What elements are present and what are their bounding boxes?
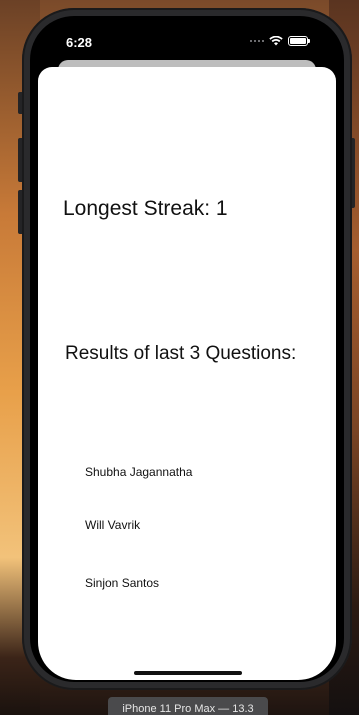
result-item: Sinjon Santos bbox=[85, 576, 160, 590]
result-item: Will Vavrik bbox=[85, 518, 141, 532]
status-time: 6:28 bbox=[66, 35, 93, 50]
notch bbox=[110, 16, 260, 46]
longest-streak-label: Longest Streak: 1 bbox=[63, 197, 228, 220]
result-item: Shubha Jagannatha bbox=[85, 465, 193, 479]
device-frame: 6:28 Longest Streak: 1 Results of last 3… bbox=[22, 8, 352, 690]
wifi-icon bbox=[269, 36, 283, 46]
results-sheet[interactable]: Longest Streak: 1 Results of last 3 Ques… bbox=[38, 67, 336, 680]
cellular-dots-icon bbox=[250, 40, 264, 42]
battery-icon bbox=[288, 36, 310, 46]
home-indicator[interactable] bbox=[134, 671, 242, 675]
status-icons bbox=[250, 36, 310, 46]
device-screen: 6:28 Longest Streak: 1 Results of last 3… bbox=[30, 16, 344, 682]
simulator-device-label: iPhone 11 Pro Max — 13.3 bbox=[108, 697, 268, 715]
results-title: Results of last 3 Questions: bbox=[65, 343, 297, 364]
